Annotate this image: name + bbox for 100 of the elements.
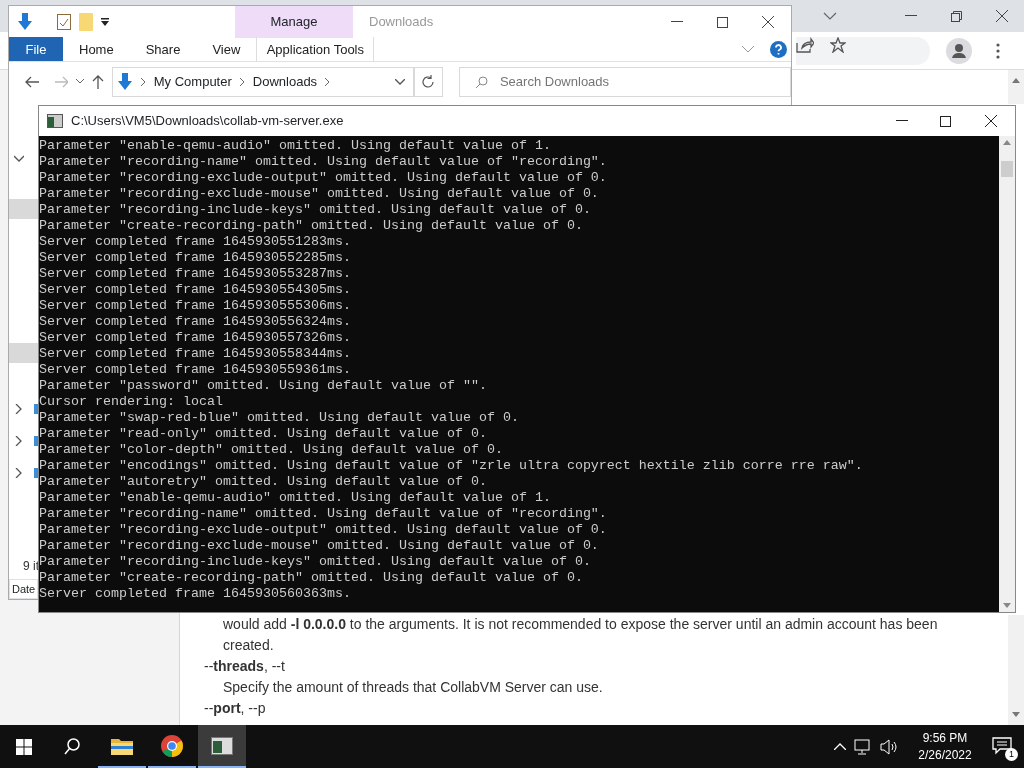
address-bar[interactable]: My Computer Downloads [111,66,414,97]
console-line: Server completed frame 1645930554305ms. [39,282,351,298]
console-line: Parameter "recording-exclude-mouse" omitted. Using default value of 0. [39,538,599,554]
console-line: Parameter "read-only" omitted. Using default value of 0. [39,426,487,442]
folder-icon [111,736,133,755]
close-icon[interactable] [985,115,997,127]
scroll-down-icon[interactable] [1012,712,1020,717]
scroll-thumb[interactable] [1001,161,1013,177]
restore-icon[interactable] [951,10,962,22]
scroll-up-icon[interactable] [1012,78,1020,83]
console-line: Parameter "recording-name" omitted. Using default value of "recording". [39,506,607,522]
column-header[interactable]: Date [9,579,38,599]
scrollbar[interactable] [999,136,1015,612]
download-arrow-icon[interactable] [17,13,33,31]
clock-date: 2/26/2022 [918,746,972,764]
share-icon[interactable] [796,36,814,53]
tab-list-icon[interactable] [823,11,837,21]
close-icon[interactable] [996,10,1008,22]
option-heading: --threads, --t [204,658,286,675]
console-line: Parameter "recording-include-keys" omitted. Using default value of 0. [39,202,591,218]
console-line: Parameter "recording-name" omitted. Using default value of "recording". [39,154,607,170]
console-line: Parameter "password" omitted. Using default value of "". [39,378,487,394]
chevron-right-icon[interactable] [14,436,23,446]
ribbon-tab[interactable]: Share [129,36,197,63]
console-line: Server completed frame 1645930553287ms. [39,266,351,282]
chevron-down-icon[interactable] [14,154,24,164]
console-line: Parameter "recording-include-keys" omitted. Using default value of 0. [39,554,591,570]
browser-icon [161,734,183,757]
console-line: Parameter "encodings" omitted. Using default value of "zrle ultra copyrect hextile zlib corre rre raw". [39,458,863,474]
minimize-icon[interactable] [896,120,908,122]
ribbon-tab[interactable]: Home [63,36,130,63]
minimize-icon[interactable] [671,21,683,23]
console-line: Server completed frame 1645930555306ms. [39,298,351,314]
search-field[interactable]: Search Downloads [458,66,791,97]
console-line: Cursor rendering: local [39,394,223,410]
ribbon-tab[interactable]: Application Tools [256,36,375,63]
context-tab-label: Manage [270,13,318,32]
ribbon-tab[interactable]: View [196,36,257,63]
console-line: Parameter "enable-qemu-audio" omitted. Using default value of 1. [39,138,551,154]
notification-icon[interactable] [992,736,1012,755]
console-line: Parameter "swap-red-blue" omitted. Using default value of 0. [39,410,519,426]
star-icon[interactable] [830,36,846,53]
console-line: Parameter "recording-exclude-output" omitted. Using default value of 0. [39,522,607,538]
console-line: Parameter "recording-exclude-output" omitted. Using default value of 0. [39,170,607,186]
scrollbar-track[interactable] [1008,70,1024,104]
console-line: Server completed frame 1645930551283ms. [39,234,351,250]
menu-icon[interactable] [996,42,1000,59]
address-bar[interactable] [796,36,930,65]
caret-up-icon[interactable] [834,743,846,750]
profile-avatar-icon[interactable] [946,37,972,64]
search-icon [64,738,80,755]
paragraph-text: Specify the amount of threads that CollabVM Server can use. [222,679,604,696]
clock-area[interactable]: 9:56 PM 2/26/2022 [914,729,976,764]
paragraph-text: created. [222,637,275,654]
volume-icon[interactable] [880,738,898,755]
clock-time: 9:56 PM [922,729,968,747]
breadcrumb-item[interactable]: My Computer [153,71,232,92]
network-icon[interactable] [854,738,872,755]
paragraph-text: would add -l 0.0.0.0 to the arguments. It is not recommended to expose the server until an admin account has been [222,616,939,633]
close-icon[interactable] [762,16,774,28]
console-line: Server completed frame 1645930559361ms. [39,362,351,378]
console-line: Parameter "create-recording-path" omitted. Using default value of 0. [39,570,583,586]
console-line: Parameter "recording-exclude-mouse" omitted. Using default value of 0. [39,186,599,202]
notification-count: 1 [1005,747,1018,761]
window-title: C:\Users\VM5\Downloads\collab-vm-server.exe [71,112,344,131]
scroll-up-icon[interactable] [1003,140,1011,145]
console-window-icon [47,114,63,128]
help-icon[interactable] [770,41,787,58]
download-arrow-icon [116,72,133,91]
taskbar-app-button[interactable] [198,725,246,768]
up-icon[interactable] [92,74,104,89]
search-icon [474,75,488,89]
refresh-icon[interactable] [422,75,435,88]
console-line: Server completed frame 1645930558344ms. [39,346,351,362]
console-line: Parameter "enable-qemu-audio" omitted. Using default value of 1. [39,490,551,506]
refresh-button[interactable] [413,66,443,97]
window-title: Downloads [369,13,434,32]
console-line: Server completed frame 1645930552285ms. [39,250,351,266]
console-window-icon [211,736,233,755]
scrollbar-track[interactable] [1008,615,1024,725]
windows-logo-icon [16,738,32,755]
console-line: Server completed frame 1645930556324ms. [39,314,351,330]
option-heading: --port, --p [204,700,267,717]
chevron-right-icon[interactable] [14,468,23,478]
console-line: Server completed frame 1645930560363ms. [39,586,351,602]
console-line: Parameter "create-recording-path" omitted. Using default value of 0. [39,218,583,234]
maximize-icon[interactable] [717,16,728,28]
chevron-right-icon[interactable] [14,404,23,414]
ribbon-tab[interactable]: File [9,36,63,63]
maximize-icon[interactable] [940,115,951,127]
minimize-icon[interactable] [905,15,917,17]
properties-icon[interactable] [57,14,71,30]
recent-locations-icon[interactable] [76,79,85,84]
back-icon[interactable] [25,75,39,88]
dropdown-icon[interactable] [101,18,109,26]
scroll-down-icon[interactable] [1003,603,1011,608]
console-line: Server completed frame 1645930557326ms. [39,330,351,346]
chevron-down-icon[interactable] [394,78,405,85]
breadcrumb-item[interactable]: Downloads [252,71,318,92]
console-line: Parameter "autoretry" omitted. Using default value of 0. [39,474,487,490]
